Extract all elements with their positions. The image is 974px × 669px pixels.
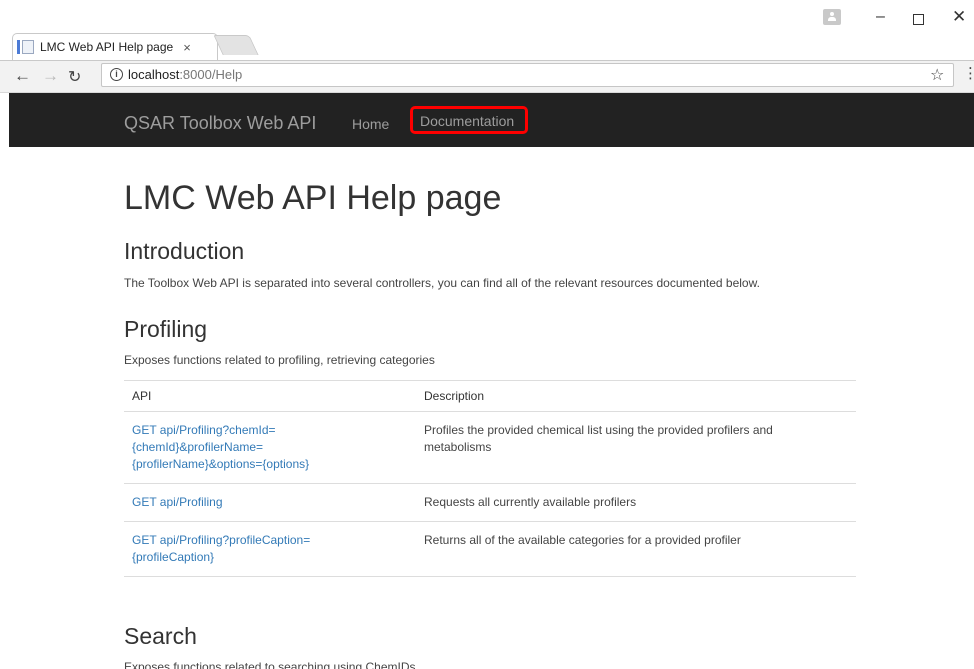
api-cell: GET api/Profiling	[124, 483, 416, 522]
table-row: GET api/Profiling?profileCaption= {profil…	[124, 521, 856, 577]
table-row: GET api/Profiling Requests all currently…	[124, 483, 856, 522]
section-heading-search: Search	[124, 623, 197, 649]
navbar-brand[interactable]: QSAR Toolbox Web API	[124, 113, 316, 134]
column-header-api: API	[124, 380, 416, 412]
url-path: :8000/Help	[179, 67, 243, 82]
description-cell: Returns all of the available categories …	[416, 521, 856, 577]
forward-arrow-icon[interactable]: →	[42, 66, 59, 86]
column-header-description: Description	[416, 380, 856, 412]
url-host: localhost	[128, 67, 180, 82]
browser-menu-icon[interactable]: ⋮	[963, 64, 974, 82]
api-link-line: GET api/Profiling?chemId=	[132, 423, 276, 437]
introduction-text: The Toolbox Web API is separated into se…	[124, 276, 760, 290]
back-arrow-icon[interactable]: ←	[14, 66, 31, 86]
profile-icon[interactable]	[823, 9, 841, 25]
description-line: Profiles the provided chemical list usin…	[424, 423, 773, 437]
section-heading-profiling: Profiling	[124, 316, 208, 342]
minimize-button[interactable]: –	[876, 8, 885, 26]
page-favicon-icon	[17, 40, 34, 54]
nav-item-documentation[interactable]: Documentation	[420, 113, 514, 129]
description-cell: Profiles the provided chemical list usin…	[416, 411, 856, 484]
api-link-profiling-caption[interactable]: GET api/Profiling?profileCaption= {profil…	[132, 533, 310, 564]
maximize-button[interactable]	[913, 14, 924, 25]
description-line: metabolisms	[424, 440, 492, 454]
description-cell: Requests all currently available profile…	[416, 483, 856, 522]
site-info-icon[interactable]: i	[110, 68, 123, 81]
api-cell: GET api/Profiling?profileCaption= {profil…	[124, 521, 416, 577]
url-text[interactable]: localhost:8000/Help	[128, 67, 242, 82]
section-heading-introduction: Introduction	[124, 238, 245, 264]
tab-title: LMC Web API Help page	[40, 40, 174, 54]
profiling-api-table: API Description GET api/Profiling?chemId…	[124, 380, 856, 577]
reload-icon[interactable]: ↻	[68, 67, 81, 87]
nav-item-home[interactable]: Home	[352, 116, 389, 132]
api-link-line: {chemId}&profilerName=	[132, 440, 264, 454]
tab-close-icon[interactable]: ×	[183, 40, 191, 55]
api-link-line: GET api/Profiling?profileCaption=	[132, 533, 311, 547]
description-line: Returns all of the available categories …	[424, 533, 741, 547]
api-cell: GET api/Profiling?chemId= {chemId}&profil…	[124, 411, 416, 484]
browser-tab-content: LMC Web API Help page ×	[17, 40, 191, 55]
close-window-button[interactable]: ✕	[952, 7, 966, 27]
bookmark-star-icon[interactable]: ☆	[930, 65, 944, 85]
api-link-line: {profilerName}&options={options}	[132, 457, 310, 471]
profiling-text: Exposes functions related to profiling, …	[124, 353, 435, 367]
api-link-profiling[interactable]: GET api/Profiling	[132, 495, 223, 509]
api-link-line: GET api/Profiling	[132, 495, 223, 509]
page-title: LMC Web API Help page	[124, 179, 502, 217]
api-link-profiling-chemid[interactable]: GET api/Profiling?chemId= {chemId}&profil…	[132, 423, 309, 471]
table-header-row: API Description	[124, 380, 856, 412]
description-line: Requests all currently available profile…	[424, 495, 637, 509]
table-row: GET api/Profiling?chemId= {chemId}&profil…	[124, 411, 856, 484]
search-text: Exposes functions related to searching u…	[124, 660, 416, 669]
api-link-line: {profileCaption}	[132, 550, 215, 564]
